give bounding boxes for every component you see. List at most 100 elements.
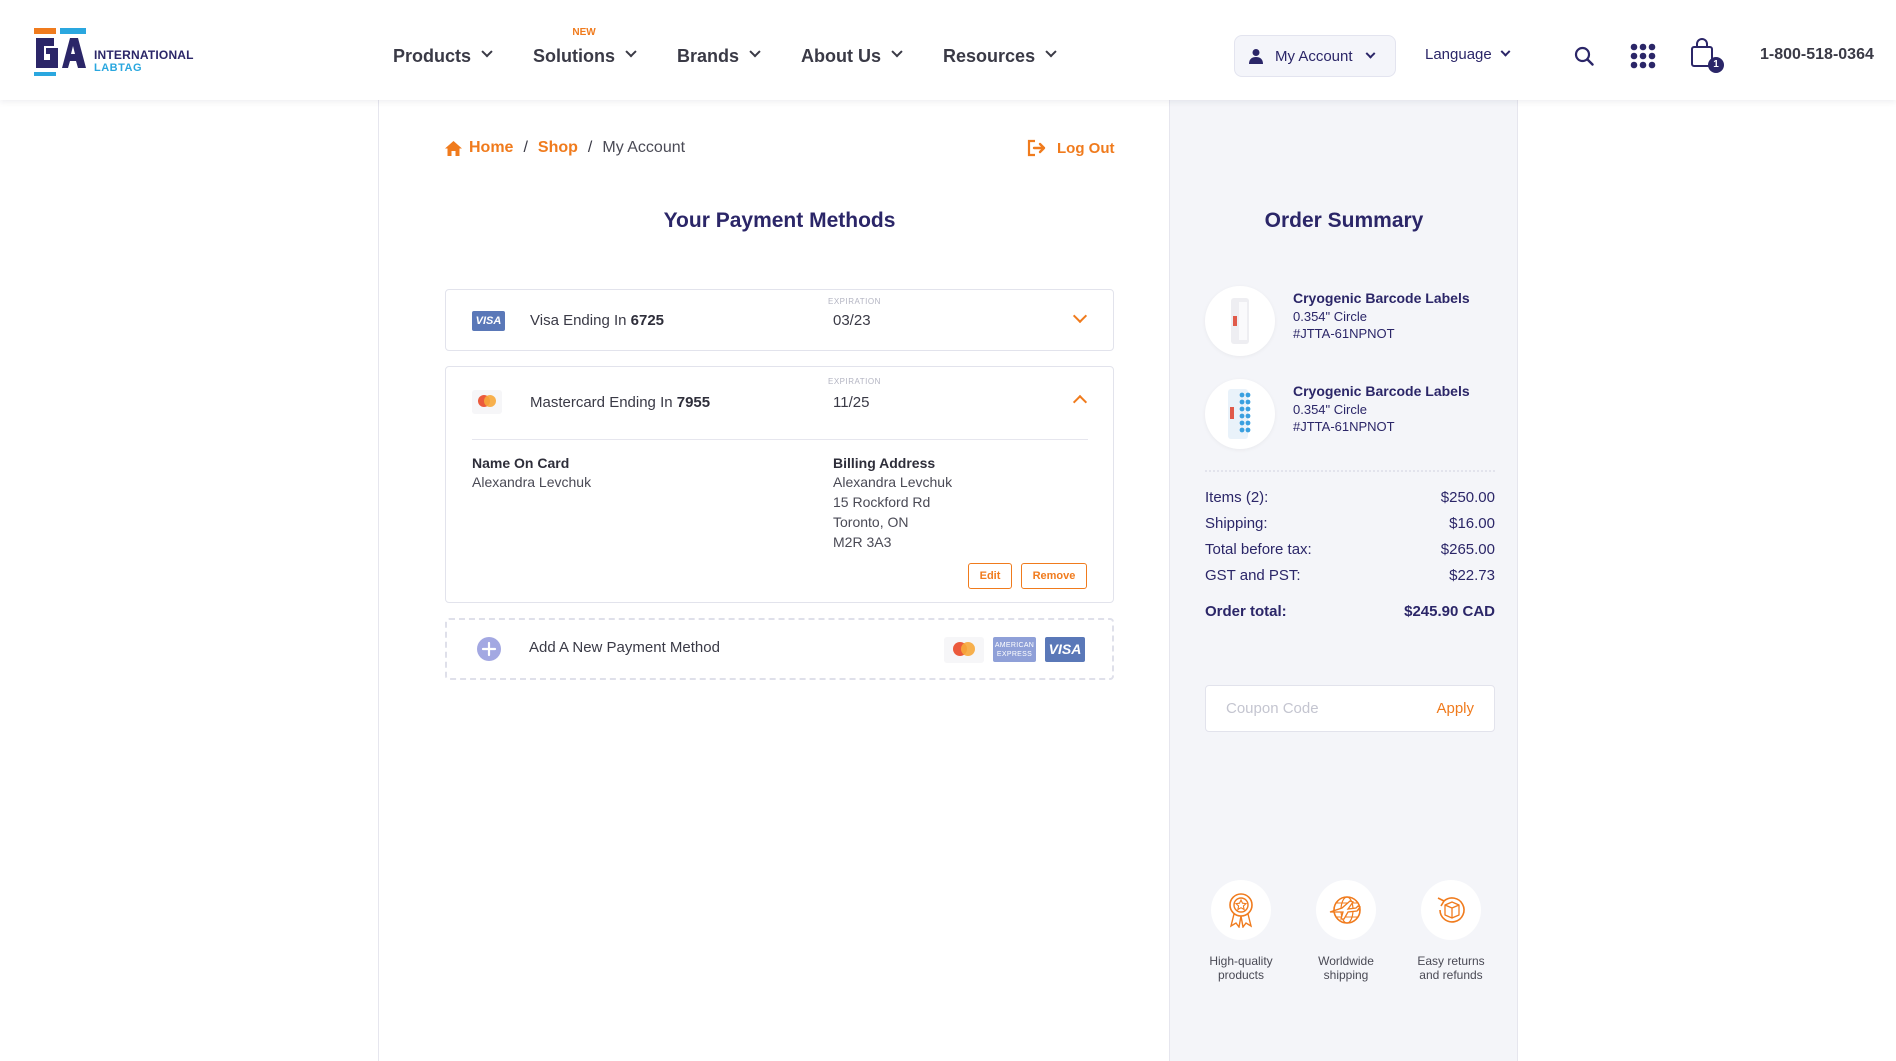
breadcrumb-current: My Account [602,139,686,156]
phone-number[interactable]: 1-800-518-0364 [1760,46,1874,64]
feature-caption-line: shipping [1323,968,1369,982]
cart-button[interactable]: 1 [1690,38,1724,74]
return-box-icon [1437,897,1465,923]
add-payment-method[interactable]: Add A New Payment Method AMERICAN EXPRES… [445,618,1114,680]
remove-card-button[interactable]: Remove [1021,563,1087,589]
payment-methods-title: Your Payment Methods [663,209,896,232]
chevron-up-icon[interactable] [1072,394,1088,410]
user-icon [1249,49,1263,64]
summary-label: Items (2): [1205,489,1269,506]
product-name: Cryogenic Barcode Labels [1293,383,1470,399]
add-payment-label: Add A New Payment Method [529,639,720,656]
product-sku: #JTTA-61NPNOT [1293,326,1395,341]
card-label-text: Mastercard Ending In [530,394,677,411]
feature-caption: Easy returns and refunds [1401,954,1501,982]
coupon-input[interactable] [1226,700,1406,717]
feature-caption-line: High-quality [1209,954,1273,968]
logout-label: Log Out [1057,139,1115,157]
summary-row-tax: GST and PST: $22.73 [1205,567,1495,584]
main-nav: Products NEW Solutions Brands About Us R… [393,27,1097,68]
language-selector[interactable]: Language [1425,46,1511,63]
label-roll-icon [1228,389,1251,439]
order-item[interactable]: Cryogenic Barcode Labels 0.354" Circle #… [1205,379,1505,451]
apps-grid-icon[interactable] [1630,43,1656,69]
summary-row-items: Items (2): $250.00 [1205,489,1495,506]
ga-logo-icon [34,28,86,76]
account-label: My Account [1275,47,1353,65]
card-last4: 6725 [630,312,665,329]
chevron-down-icon [1045,46,1057,58]
feature-caption-line: products [1217,968,1265,982]
chevron-down-icon [625,46,637,58]
feature-icon-circle [1211,880,1271,940]
my-account-button[interactable]: My Account [1234,35,1396,77]
summary-divider [1205,470,1495,472]
nav-label: Resources [943,45,1036,66]
chevron-down-icon [749,46,761,58]
order-summary-title: Order Summary [1264,209,1424,232]
nav-about-us[interactable]: About Us [801,44,903,68]
mastercard-logo-icon [944,637,984,663]
expiration-caption: EXPIRATION [828,377,881,386]
nav-label: Brands [677,45,740,66]
breadcrumb: Home / Shop / My Account [445,139,685,157]
logout-icon [1027,139,1046,157]
label-roll-icon [1231,298,1249,344]
search-icon[interactable] [1574,46,1594,66]
payment-card-mastercard[interactable]: Mastercard Ending In 7955 EXPIRATION 11/… [445,366,1114,603]
order-total-value: $245.90 CAD [1404,603,1495,620]
product-thumbnail [1205,286,1275,356]
home-icon [445,140,462,156]
award-badge-icon [1229,893,1253,928]
nav-brands[interactable]: Brands [677,44,761,68]
logout-link[interactable]: Log Out [1027,139,1114,157]
chevron-down-icon[interactable] [1072,308,1088,324]
feature-returns: Easy returns and refunds [1401,880,1501,982]
name-on-card-heading: Name On Card [472,455,570,471]
nav-resources[interactable]: Resources [943,44,1057,68]
payment-card-visa[interactable]: VISA Visa Ending In 6725 EXPIRATION 03/2… [445,289,1114,351]
product-size: 0.354" Circle [1293,309,1367,324]
card-expiration: 11/25 [833,394,870,411]
billing-address-line: Alexandra Levchuk [833,474,953,490]
edit-card-button[interactable]: Edit [968,563,1012,589]
product-sku: #JTTA-61NPNOT [1293,419,1395,434]
summary-label: Shipping: [1205,515,1268,532]
feature-quality: High-quality products [1191,880,1291,982]
feature-caption-line: Easy returns [1417,954,1485,968]
apply-coupon-button[interactable]: Apply [1436,700,1474,717]
chevron-down-icon [1365,48,1375,59]
logo-text-secondary: LABTAG [94,62,143,74]
summary-label: GST and PST: [1205,567,1301,584]
feature-caption-line: and refunds [1419,968,1483,982]
feature-shipping: Worldwide shipping [1296,880,1396,982]
breadcrumb-shop[interactable]: Shop [538,139,578,157]
nav-products[interactable]: Products [393,44,493,68]
visa-logo-text: VISA [475,315,502,327]
breadcrumb-separator: / [587,139,593,156]
summary-value: $16.00 [1449,515,1495,532]
cart-count-badge: 1 [1708,57,1724,73]
summary-row-total: Order total: $245.90 CAD [1205,603,1495,620]
product-name: Cryogenic Barcode Labels [1293,290,1470,306]
new-badge: NEW [572,27,596,38]
breadcrumb-separator: / [523,139,528,156]
language-label: Language [1425,46,1492,63]
site-header: INTERNATIONAL LABTAG Products NEW Soluti… [0,0,1896,100]
plus-circle-icon [477,637,501,661]
mastercard-logo-icon [472,390,502,414]
summary-row-subtotal: Total before tax: $265.00 [1205,541,1495,558]
card-divider [472,439,1088,440]
amex-logo-icon: AMERICAN EXPRESS [993,637,1036,662]
nav-label: Products [393,45,472,66]
breadcrumb-home[interactable]: Home [469,139,513,157]
order-item[interactable]: Cryogenic Barcode Labels 0.354" Circle #… [1205,286,1505,358]
summary-value: $265.00 [1440,541,1495,558]
nav-solutions[interactable]: NEW Solutions [533,27,637,68]
brand-logo[interactable]: INTERNATIONAL LABTAG [34,28,194,76]
nav-label: About Us [801,45,882,66]
feature-icon-circle [1316,880,1376,940]
feature-caption: Worldwide shipping [1296,954,1396,982]
name-on-card-value: Alexandra Levchuk [472,474,592,490]
feature-caption-line: Worldwide [1318,954,1374,968]
